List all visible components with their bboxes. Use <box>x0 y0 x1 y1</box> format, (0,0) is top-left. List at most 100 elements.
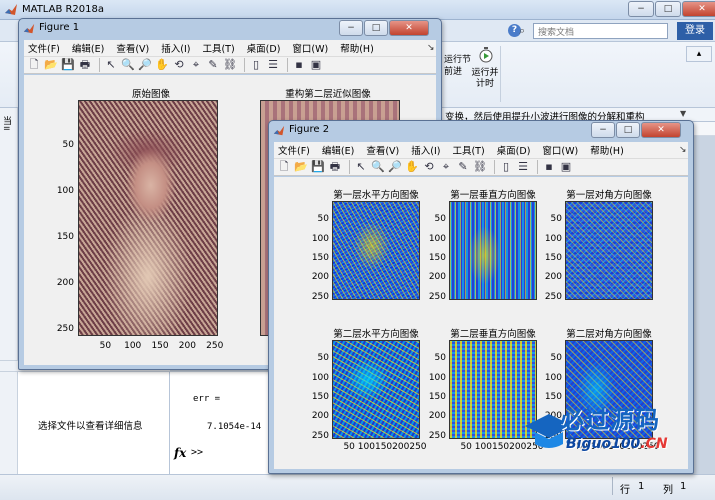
strip-char: = <box>3 124 11 134</box>
zoom-out-icon[interactable]: 🔎 <box>138 58 152 72</box>
link-icon[interactable]: ⛓ <box>473 160 487 174</box>
y-tick-label: 250 <box>311 291 329 302</box>
matlab-title-bar: MATLAB R2018a − □ ✕ <box>0 0 715 20</box>
panel-side-strip: 当 = 详 <box>0 108 18 474</box>
menu-item[interactable]: 窗口(W) <box>292 41 328 55</box>
menu-item[interactable]: 编辑(E) <box>322 143 354 157</box>
minimize-button[interactable]: − <box>628 1 654 17</box>
zoom-in-icon[interactable]: 🔍 <box>121 58 135 72</box>
zoom-in-icon[interactable]: 🔍 <box>371 160 385 174</box>
dock-arrow-icon[interactable]: ↘ <box>679 145 687 155</box>
show-plot-tools-icon[interactable]: ▣ <box>559 160 573 174</box>
brush-icon[interactable]: ✎ <box>456 160 470 174</box>
rotate-icon[interactable]: ⟲ <box>422 160 436 174</box>
close-button[interactable]: ✕ <box>389 20 429 36</box>
pointer-icon[interactable]: ↖ <box>104 58 118 72</box>
menu-item[interactable]: 查看(V) <box>116 41 149 55</box>
x-tick-label: 50 <box>343 442 355 452</box>
open-folder-icon[interactable]: 📂 <box>44 58 58 72</box>
command-prompt[interactable]: >> <box>191 447 203 458</box>
menu-item[interactable]: 桌面(D) <box>497 143 531 157</box>
ribbon-separator <box>500 46 501 102</box>
fx-icon[interactable]: fx <box>174 446 186 460</box>
menu-item[interactable]: 插入(I) <box>161 41 190 55</box>
status-bar <box>0 474 715 500</box>
save-icon[interactable]: 💾 <box>311 160 325 174</box>
y-tick-label: 100 <box>544 233 562 244</box>
y-tick-label: 250 <box>428 430 446 441</box>
search-icon[interactable]: ⌕ <box>519 24 525 38</box>
y-tick-label: 50 <box>434 353 446 364</box>
ribbon-collapse-button[interactable]: ▴ <box>686 46 712 62</box>
brush-icon[interactable]: ✎ <box>206 58 220 72</box>
axes-title: 第二层对角方向图像 <box>566 329 652 340</box>
menu-item[interactable]: 文件(F) <box>278 143 310 157</box>
y-tick-label: 50 <box>550 214 562 225</box>
new-file-icon[interactable]: 🗋 <box>27 58 41 72</box>
pan-icon[interactable]: ✋ <box>405 160 419 174</box>
save-icon[interactable]: 💾 <box>61 58 75 72</box>
print-icon[interactable]: 🖶 <box>328 160 342 174</box>
minimize-button[interactable]: − <box>339 20 363 36</box>
watermark-en-main: Biguo100 <box>566 436 641 452</box>
x-tick-label: 150 <box>151 341 169 351</box>
show-plot-tools-icon[interactable]: ▣ <box>309 58 323 72</box>
y-tick-label: 50 <box>434 214 446 225</box>
maximize-button[interactable]: □ <box>616 122 640 138</box>
y-tick-label: 200 <box>428 411 446 422</box>
maximize-button[interactable]: □ <box>655 1 681 17</box>
dock-arrow-icon[interactable]: ↘ <box>427 43 435 53</box>
data-cursor-icon[interactable]: ⌖ <box>189 58 203 72</box>
status-row-label: 行 <box>620 485 630 496</box>
details-hint: 选择文件以查看详细信息 <box>38 421 143 432</box>
y-tick-label: 100 <box>311 372 329 383</box>
toolbar-separator <box>494 160 495 174</box>
run-and-time-label[interactable]: 运行并 计时 <box>469 68 501 90</box>
close-button[interactable]: ✕ <box>641 122 681 138</box>
x-tick-label: 200 <box>392 442 410 452</box>
open-folder-icon[interactable]: 📂 <box>294 160 308 174</box>
menu-item[interactable]: 帮助(H) <box>340 41 374 55</box>
print-icon[interactable]: 🖶 <box>78 58 92 72</box>
level1-horizontal-image <box>332 201 420 300</box>
close-button[interactable]: ✕ <box>682 1 715 17</box>
pointer-icon[interactable]: ↖ <box>354 160 368 174</box>
hide-plot-tools-icon[interactable]: ▪ <box>292 58 306 72</box>
status-separator <box>612 477 613 495</box>
run-and-time-icon[interactable] <box>478 46 494 64</box>
link-icon[interactable]: ⛓ <box>223 58 237 72</box>
x-tick-label: 200 <box>178 341 196 351</box>
legend-icon[interactable]: ☰ <box>266 58 280 72</box>
x-tick-label: 150 <box>374 442 393 452</box>
rotate-icon[interactable]: ⟲ <box>172 58 186 72</box>
menu-item[interactable]: 工具(T) <box>202 41 234 55</box>
zoom-out-icon[interactable]: 🔎 <box>388 160 402 174</box>
figure2-title: Figure 2 <box>289 124 330 135</box>
new-file-icon[interactable]: 🗋 <box>277 160 291 174</box>
menu-item[interactable]: 插入(I) <box>411 143 440 157</box>
search-input[interactable]: 搜索文档 <box>533 23 668 39</box>
data-cursor-icon[interactable]: ⌖ <box>439 160 453 174</box>
menu-item[interactable]: 窗口(W) <box>542 143 578 157</box>
menu-item[interactable]: 查看(V) <box>366 143 399 157</box>
chevron-down-icon[interactable]: ▼ <box>680 109 686 118</box>
status-col-label: 列 <box>663 485 673 496</box>
y-tick-label: 200 <box>56 278 74 289</box>
menu-item[interactable]: 文件(F) <box>28 41 60 55</box>
colorbar-icon[interactable]: ▯ <box>249 58 263 72</box>
menu-item[interactable]: 桌面(D) <box>247 41 281 55</box>
colorbar-icon[interactable]: ▯ <box>499 160 513 174</box>
login-button[interactable]: 登录 <box>677 22 713 40</box>
menu-item[interactable]: 工具(T) <box>452 143 484 157</box>
menu-item[interactable]: 编辑(E) <box>72 41 104 55</box>
axes-title: 第一层垂直方向图像 <box>450 190 536 201</box>
hide-plot-tools-icon[interactable]: ▪ <box>542 160 556 174</box>
axes-title: 重构第二层近似图像 <box>285 89 371 100</box>
watermark-en-suffix: .CN <box>640 436 668 452</box>
pan-icon[interactable]: ✋ <box>155 58 169 72</box>
menu-item[interactable]: 帮助(H) <box>590 143 624 157</box>
minimize-button[interactable]: − <box>591 122 615 138</box>
legend-icon[interactable]: ☰ <box>516 160 530 174</box>
y-tick-label: 200 <box>311 272 329 283</box>
maximize-button[interactable]: □ <box>364 20 388 36</box>
